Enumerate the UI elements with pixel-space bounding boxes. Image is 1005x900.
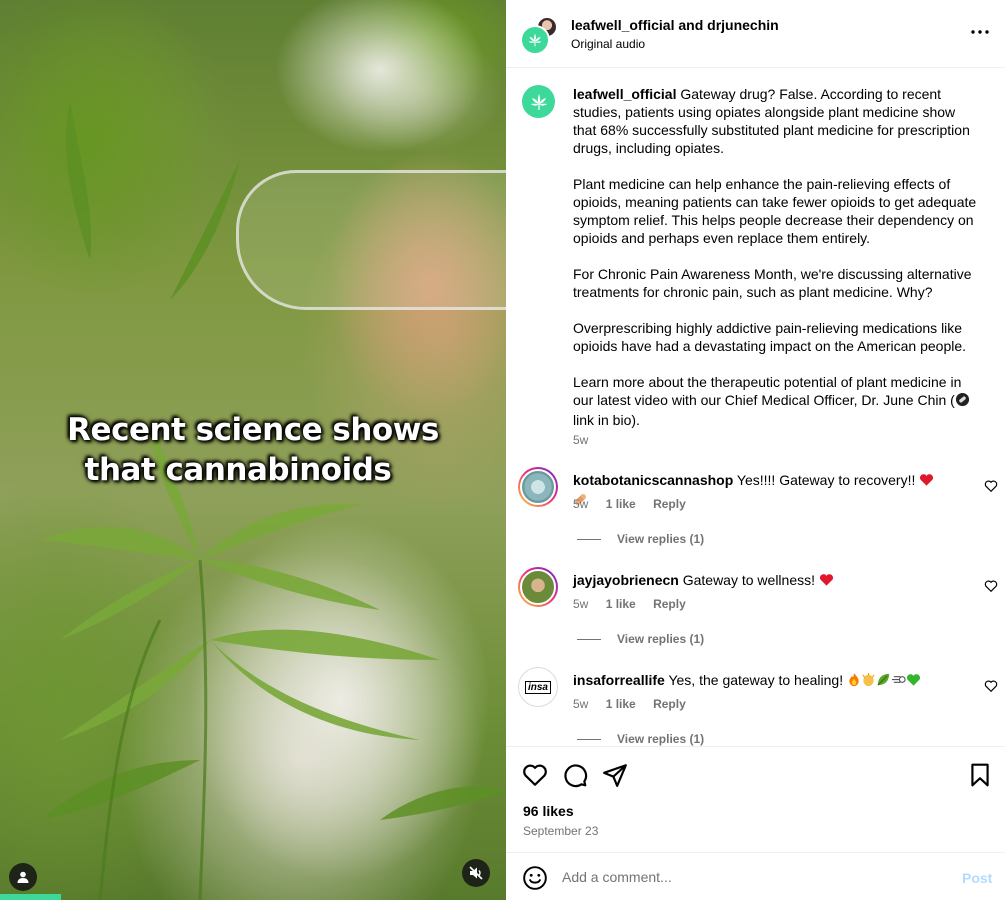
caption-paragraph-4: Overprescribing highly addictive pain-re… <box>573 320 967 354</box>
replies-divider <box>577 738 601 740</box>
like-heart-icon[interactable] <box>522 762 548 788</box>
view-replies-label: View replies (1) <box>617 732 705 746</box>
comment-username[interactable]: kotabotanicscannashop <box>573 472 733 488</box>
leaf-emoji-icon <box>876 672 891 691</box>
view-replies-label: View replies (1) <box>617 632 705 646</box>
comment-username[interactable]: insaforreallife <box>573 672 665 688</box>
audio-label[interactable]: Original audio <box>571 37 645 51</box>
view-replies-button[interactable]: View replies (1) <box>577 632 704 646</box>
caption-paragraph-2: Plant medicine can help enhance the pain… <box>573 176 977 246</box>
add-comment-bar: Post <box>506 852 1005 900</box>
caption-timestamp: 5w <box>573 433 589 447</box>
post-panel: leafwell_official and drjunechin Origina… <box>506 0 1005 900</box>
comment-time: 5w <box>573 697 589 711</box>
more-icon <box>971 30 989 34</box>
author-avatars[interactable] <box>520 16 560 56</box>
leaf-logo-icon <box>528 33 542 47</box>
likes-count[interactable]: 96 likes <box>523 803 574 819</box>
mute-button[interactable] <box>462 859 490 887</box>
bookmark-icon[interactable] <box>967 762 993 788</box>
comment-likes[interactable]: 1 like <box>606 497 636 511</box>
post-actions: 96 likes September 23 <box>506 746 1005 852</box>
heart-icon[interactable] <box>984 479 998 493</box>
reply-button[interactable]: Reply <box>653 497 686 511</box>
post-comment-button[interactable]: Post <box>962 870 992 886</box>
tagged-users-button[interactable] <box>9 863 37 891</box>
commenter-avatar[interactable] <box>518 567 558 607</box>
comment-meta: 5w 1 like Reply <box>573 697 700 711</box>
reply-button[interactable]: Reply <box>653 597 686 611</box>
green-heart-emoji-icon <box>906 673 921 691</box>
comment-likes[interactable]: 1 like <box>606 697 636 711</box>
caption-line-2: that cannabinoids <box>84 452 392 488</box>
replies-divider <box>577 538 601 540</box>
comment-body: Yes, the gateway to healing! <box>668 672 844 688</box>
caption-line-1: Recent science shows <box>67 412 439 448</box>
replies-divider <box>577 638 601 640</box>
post-video[interactable]: Recent science shows that cannabinoids <box>0 0 506 900</box>
commenter-avatar[interactable] <box>518 467 558 507</box>
heart-emoji-icon <box>919 473 934 491</box>
caption-username[interactable]: leafwell_official <box>573 86 676 102</box>
insa-logo: insa <box>524 680 551 694</box>
video-progress-bar[interactable] <box>0 894 61 900</box>
author-avatar[interactable] <box>520 25 550 55</box>
comments-scroll-area[interactable]: leafwell_official Gateway drug? False. A… <box>506 69 1005 746</box>
emoji-icon[interactable] <box>522 865 548 891</box>
comment-time: 5w <box>573 597 589 611</box>
clap-emoji-icon <box>861 672 876 691</box>
caption-paragraph-5: Learn more about the therapeutic potenti… <box>573 374 962 408</box>
comment-body: Gateway to wellness! <box>682 572 816 588</box>
caption-paragraph-3: For Chronic Pain Awareness Month, we're … <box>573 266 972 300</box>
caption-text: leafwell_official Gateway drug? False. A… <box>573 85 978 429</box>
leaf-logo-icon <box>530 93 547 110</box>
user-icon <box>17 871 29 883</box>
view-replies-label: View replies (1) <box>617 532 705 546</box>
heart-icon[interactable] <box>984 679 998 693</box>
comment-body: Yes!!!! Gateway to recovery!! <box>736 472 916 488</box>
reply-button[interactable]: Reply <box>653 697 686 711</box>
share-icon[interactable] <box>602 762 628 788</box>
view-replies-button[interactable]: View replies (1) <box>577 532 704 546</box>
comment-input[interactable] <box>562 866 942 888</box>
post-header: leafwell_official and drjunechin Origina… <box>506 0 1005 68</box>
comment-icon[interactable] <box>562 762 588 788</box>
caption-author-avatar[interactable] <box>522 85 555 118</box>
dash-emoji-icon <box>891 672 906 691</box>
author-usernames[interactable]: leafwell_official and drjunechin <box>571 17 779 33</box>
comment-meta: 5w 1 like Reply <box>573 497 700 511</box>
comment-time: 5w <box>573 497 589 511</box>
commenter-avatar[interactable]: insa <box>518 667 558 707</box>
heart-icon[interactable] <box>984 579 998 593</box>
comment-item: insa insaforreallife Yes, the gateway to… <box>518 667 998 746</box>
caption-paragraph-6: link in bio). <box>573 412 640 428</box>
view-replies-button[interactable]: View replies (1) <box>577 732 704 746</box>
comment-likes[interactable]: 1 like <box>606 597 636 611</box>
comment-item: jayjayobrienecn Gateway to wellness! 5w … <box>518 567 998 657</box>
pill-emoji-icon <box>955 392 970 411</box>
comment-item: kotabotanicscannashop Yes!!!! Gateway to… <box>518 467 998 557</box>
comment-text: insaforreallife Yes, the gateway to heal… <box>573 671 943 691</box>
fire-emoji-icon <box>847 672 861 691</box>
more-options-button[interactable] <box>970 22 990 42</box>
mute-icon <box>469 866 483 880</box>
comment-text: jayjayobrienecn Gateway to wellness! <box>573 571 943 591</box>
video-caption: Recent science shows that cannabinoids <box>0 410 506 490</box>
comment-username[interactable]: jayjayobrienecn <box>573 572 679 588</box>
heart-emoji-icon <box>819 573 834 591</box>
comment-meta: 5w 1 like Reply <box>573 597 700 611</box>
post-date: September 23 <box>523 824 599 838</box>
